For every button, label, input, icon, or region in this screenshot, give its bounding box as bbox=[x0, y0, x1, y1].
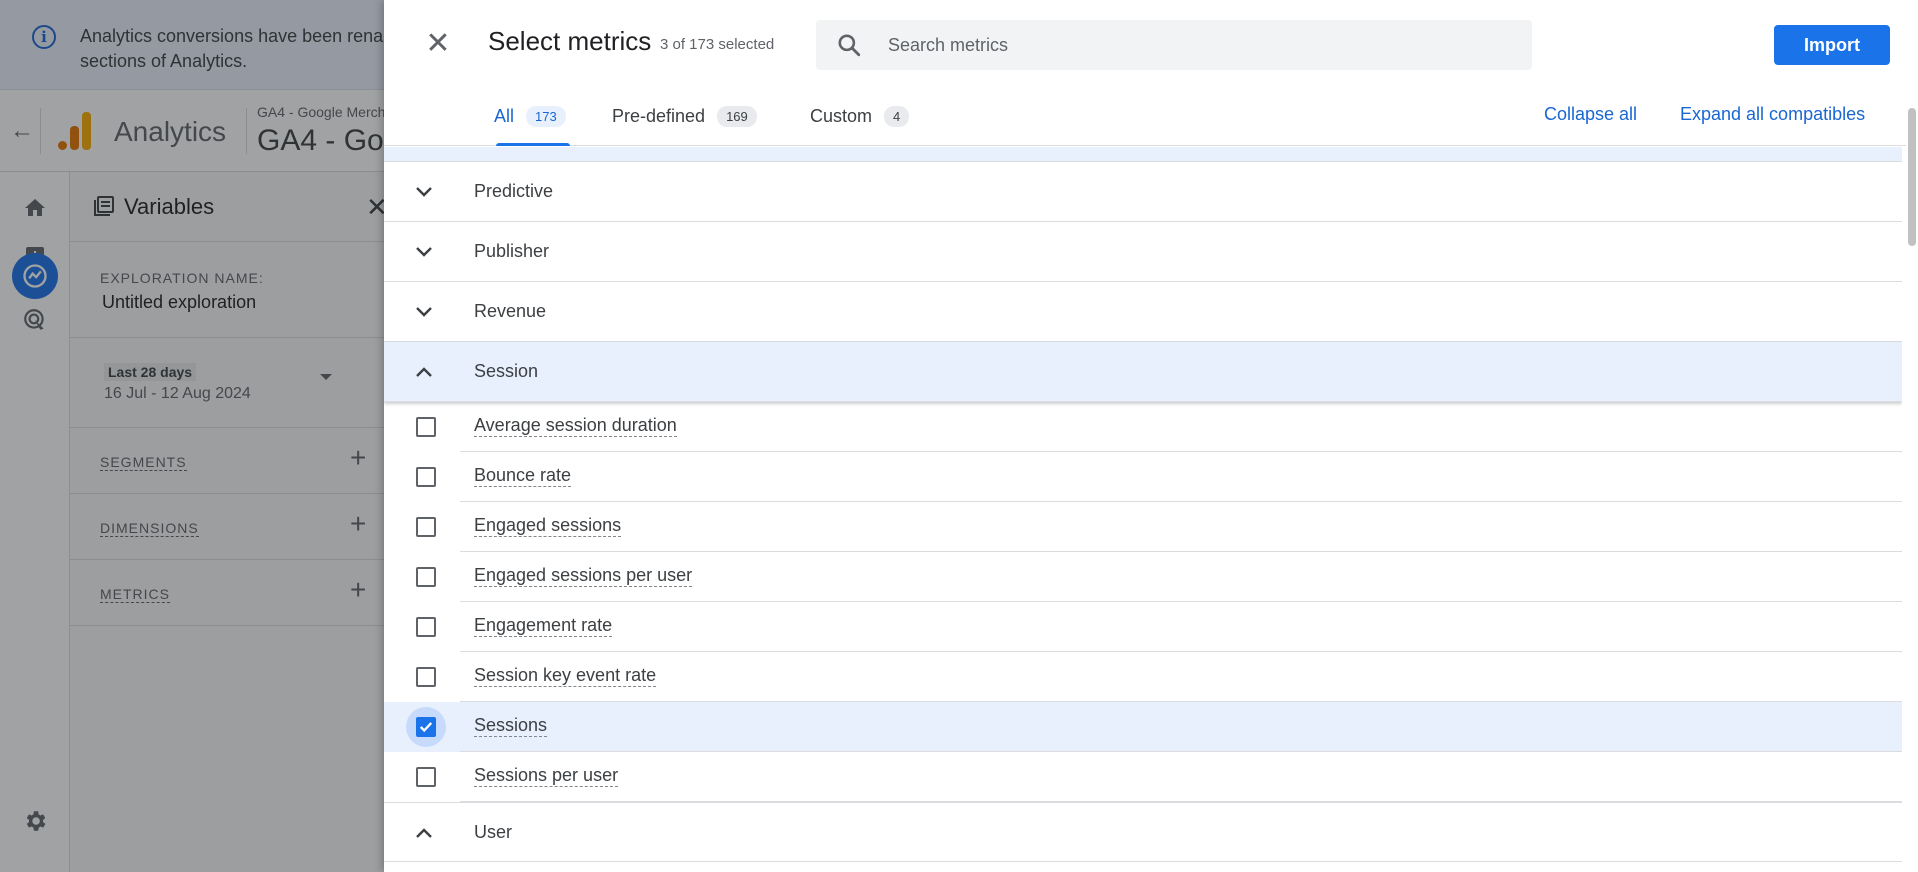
group-label: Publisher bbox=[474, 241, 550, 261]
select-metrics-dialog: ✕ Select metrics 3 of 173 selected Impor… bbox=[384, 0, 1918, 872]
chevron-up-icon bbox=[416, 367, 432, 377]
selected-count: 3 of 173 selected bbox=[660, 36, 775, 53]
checkbox[interactable] bbox=[416, 517, 436, 537]
tab-custom[interactable]: Custom 4 bbox=[810, 86, 910, 146]
metric-label: Session key event rate bbox=[474, 665, 657, 687]
tab-pre-defined[interactable]: Pre-defined 169 bbox=[612, 86, 757, 146]
checkbox[interactable] bbox=[416, 617, 436, 637]
active-tab-indicator bbox=[496, 143, 570, 146]
group-revenue[interactable]: Revenue bbox=[384, 282, 1902, 342]
tab-label: All bbox=[494, 105, 515, 126]
metric-row[interactable]: Engaged sessions per user bbox=[384, 552, 1902, 602]
metric-label: Average session duration bbox=[474, 415, 677, 437]
metric-label: Sessions per user bbox=[474, 765, 619, 787]
scrollbar[interactable] bbox=[1906, 106, 1918, 872]
tab-count-badge: 169 bbox=[717, 105, 757, 127]
search-input[interactable] bbox=[888, 20, 1508, 70]
checkbox-checked[interactable] bbox=[416, 717, 436, 737]
modal-scrim[interactable] bbox=[0, 0, 384, 872]
expand-all-compatibles-button[interactable]: Expand all compatibles bbox=[1680, 104, 1865, 125]
metric-row[interactable]: Bounce rate bbox=[384, 452, 1902, 502]
metric-label: Engaged sessions bbox=[474, 515, 622, 537]
metric-label: Sessions bbox=[474, 715, 548, 737]
group-predictive[interactable]: Predictive bbox=[384, 162, 1902, 222]
metric-row[interactable]: Engagement rate bbox=[384, 602, 1902, 652]
chevron-down-icon bbox=[416, 187, 432, 197]
tab-count-badge: 4 bbox=[884, 105, 910, 127]
metric-row[interactable]: Session key event rate bbox=[384, 652, 1902, 702]
collapse-all-button[interactable]: Collapse all bbox=[1544, 104, 1637, 125]
metric-row-selected[interactable]: Sessions bbox=[384, 702, 1902, 752]
group-label: Revenue bbox=[474, 301, 547, 321]
checkbox[interactable] bbox=[416, 417, 436, 437]
tab-count-badge: 173 bbox=[526, 105, 566, 127]
group-user[interactable]: User bbox=[384, 802, 1902, 862]
scrollbar-thumb[interactable] bbox=[1908, 108, 1916, 246]
metric-row[interactable]: Average session duration bbox=[384, 402, 1902, 452]
group-session[interactable]: Session bbox=[384, 342, 1902, 402]
metrics-list: Predictive Publisher Revenue Session Ave… bbox=[384, 147, 1902, 872]
dialog-title: Select metrics bbox=[488, 26, 652, 56]
checkbox[interactable] bbox=[416, 667, 436, 687]
group-label: User bbox=[474, 821, 513, 842]
import-button[interactable]: Import bbox=[1774, 25, 1890, 65]
metric-label: Engagement rate bbox=[474, 615, 613, 637]
metric-row[interactable]: Sessions per user bbox=[384, 752, 1902, 802]
group-label: Predictive bbox=[474, 181, 554, 201]
checkbox[interactable] bbox=[416, 767, 436, 787]
checkbox[interactable] bbox=[416, 467, 436, 487]
chevron-down-icon bbox=[416, 247, 432, 257]
checkbox[interactable] bbox=[416, 567, 436, 587]
chevron-down-icon bbox=[416, 307, 432, 317]
close-icon[interactable]: ✕ bbox=[420, 26, 456, 62]
tab-all[interactable]: All 173 bbox=[494, 86, 566, 146]
metric-row[interactable]: Engaged sessions bbox=[384, 502, 1902, 552]
tab-label: Pre-defined bbox=[612, 105, 706, 126]
metric-label: Bounce rate bbox=[474, 465, 572, 487]
search-icon bbox=[838, 34, 861, 57]
group-label: Session bbox=[474, 361, 539, 381]
metric-label: Engaged sessions per user bbox=[474, 565, 693, 587]
checkmark-icon bbox=[419, 722, 433, 733]
group-publisher[interactable]: Publisher bbox=[384, 222, 1902, 282]
chevron-up-icon bbox=[416, 828, 432, 838]
tab-label: Custom bbox=[810, 105, 873, 126]
search-box[interactable] bbox=[816, 20, 1532, 70]
